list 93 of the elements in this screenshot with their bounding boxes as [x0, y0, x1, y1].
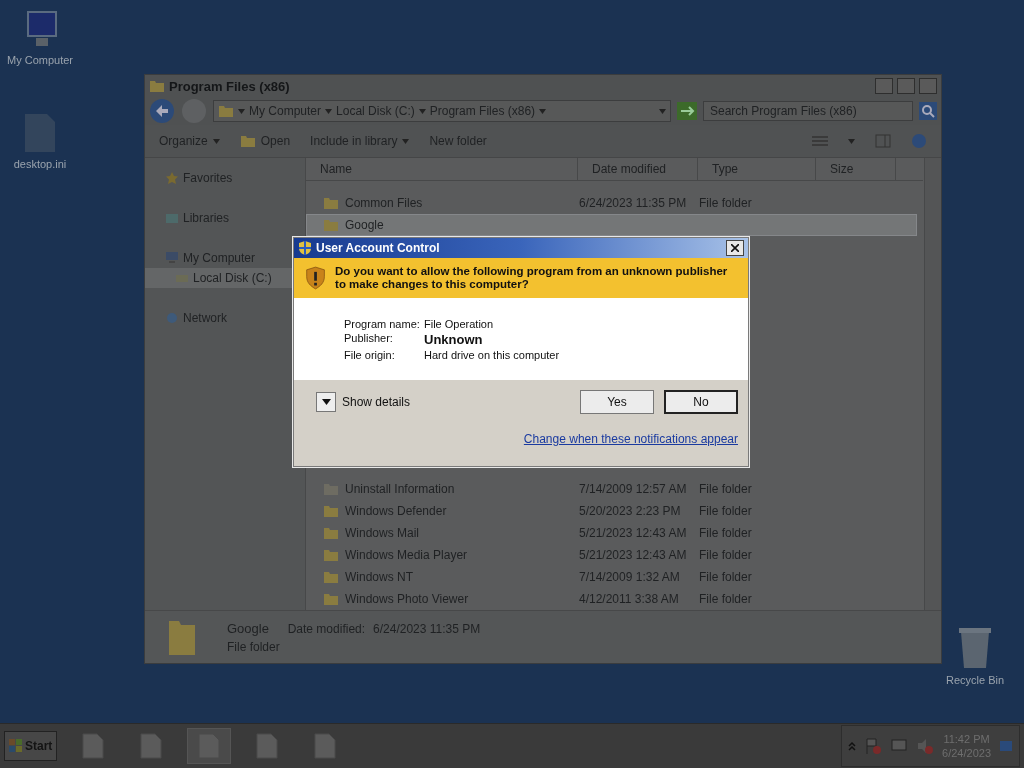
folder-icon: [323, 196, 339, 210]
show-details-toggle[interactable]: Show details: [316, 392, 570, 412]
close-icon: [731, 244, 739, 252]
file-row[interactable]: Windows NT 7/14/2009 1:32 AM File folder: [306, 566, 917, 588]
folder-icon: [323, 504, 339, 518]
folder-icon: [323, 548, 339, 562]
minimize-button[interactable]: [875, 78, 893, 94]
view-options-icon[interactable]: [812, 135, 828, 147]
speaker-icon[interactable]: [916, 737, 935, 755]
chevron-up-icon[interactable]: [848, 741, 857, 751]
file-name: Google: [345, 218, 384, 232]
field-label: Program name:: [344, 317, 421, 330]
file-name: Windows Defender: [345, 504, 447, 518]
file-row[interactable]: Windows Mail 5/21/2023 12:43 AM File folder: [306, 522, 917, 544]
back-icon[interactable]: [149, 98, 175, 124]
file-row[interactable]: Common Files 6/24/2023 11:35 PM File folder: [306, 192, 917, 214]
file-name: Windows Media Player: [345, 548, 468, 562]
search-icon[interactable]: [919, 102, 937, 120]
dialog-button[interactable]: No: [664, 390, 738, 414]
file-name: Windows Photo Viewer: [345, 592, 469, 606]
table-cell-text: 5/21/2023 12:43 AM: [579, 548, 688, 562]
field-label: Publisher:: [344, 331, 394, 346]
notification-settings-link[interactable]: Change when these notifications appear: [523, 432, 738, 446]
document-icon: [140, 733, 163, 759]
caret-icon: [659, 108, 666, 114]
field-value: Hard drive on this computer: [424, 348, 561, 361]
file-icon: [23, 112, 57, 154]
field-label: File origin:: [344, 348, 396, 361]
taskbar-item[interactable]: [187, 728, 232, 764]
refresh-icon[interactable]: [677, 102, 697, 120]
windows-logo-icon: [9, 739, 23, 753]
caret-icon: [402, 138, 410, 144]
desktop-icon-label[interactable]: desktop.ini: [13, 158, 67, 170]
file-row[interactable]: Uninstall Information 7/14/2009 12:57 AM File folder: [306, 478, 917, 500]
table-cell-text: File folder: [699, 196, 753, 210]
folder-icon: [323, 570, 339, 584]
file-row[interactable]: Windows Photo Viewer 4/12/2011 3:38 AM File folder: [306, 588, 917, 610]
caret-icon: [539, 108, 547, 114]
computer-icon: [165, 251, 179, 265]
desktop-icon-label[interactable]: My Computer: [7, 54, 73, 66]
dialog-title: User Account Control: [316, 241, 441, 255]
caret-icon: [238, 108, 245, 114]
folder-icon: [218, 104, 234, 118]
file-name: Windows NT: [345, 570, 413, 584]
file-name: Common Files: [345, 196, 423, 210]
file-name: Windows Mail: [345, 526, 419, 540]
table-cell-text: 5/21/2023 12:43 AM: [579, 526, 688, 540]
caret-icon: [325, 108, 333, 114]
recycle-bin-icon: [958, 626, 992, 670]
caret-icon: [848, 138, 855, 144]
table-cell-text: 7/14/2009 1:32 AM: [579, 570, 681, 584]
column-header[interactable]: Name: [306, 158, 578, 180]
table-cell-text: 6/24/2023 11:35 PM: [579, 196, 688, 210]
file-row[interactable]: Google: [306, 214, 917, 236]
desktop-icon-label[interactable]: Recycle Bin: [945, 674, 1005, 686]
prompt-question: Do you want to allow the following program from an unknown publisher to make changes to this computer?: [335, 265, 729, 291]
window-title: Program Files (x86): [169, 78, 291, 94]
maximize-button[interactable]: [897, 78, 915, 94]
scrollbar[interactable]: [924, 158, 941, 610]
table-cell-text: 5/20/2023 2:23 PM: [579, 504, 682, 518]
file-name: Uninstall Information: [345, 482, 455, 496]
table-cell-text: 4/12/2011 3:38 AM: [579, 592, 680, 606]
table-cell-text: File folder: [699, 482, 753, 496]
caret-icon: [212, 138, 220, 144]
folder-icon: [323, 526, 339, 540]
table-cell-text: File folder: [699, 592, 753, 606]
document-icon: [314, 733, 337, 759]
table-cell-text: File folder: [699, 504, 753, 518]
table-cell-text: 7/14/2009 12:57 AM: [579, 482, 688, 496]
document-icon: [256, 733, 279, 759]
folder-icon: [323, 592, 339, 606]
shield-icon: [298, 241, 312, 255]
close-button[interactable]: [726, 240, 744, 256]
flag-icon[interactable]: [864, 737, 883, 755]
folder-icon: [323, 218, 339, 232]
caret-icon: [418, 108, 426, 114]
folder-icon: [149, 79, 165, 93]
column-header[interactable]: Date modified: [578, 158, 698, 180]
file-row[interactable]: Windows Media Player 5/21/2023 12:43 AM File folder: [306, 544, 917, 566]
table-cell-text: File folder: [699, 548, 753, 562]
star-icon: [165, 171, 179, 185]
field-value: Unknown: [424, 331, 484, 347]
table-cell-text: File folder: [699, 526, 753, 540]
field-value: File Operation: [424, 317, 495, 330]
document-icon: [82, 733, 105, 759]
folder-icon: [239, 134, 256, 148]
table-cell-text: File folder: [699, 570, 753, 584]
dialog-button[interactable]: Yes: [580, 390, 654, 414]
column-header[interactable]: Size: [816, 158, 896, 180]
file-row[interactable]: Windows Defender 5/20/2023 2:23 PM File folder: [306, 500, 917, 522]
preview-pane-icon[interactable]: [875, 134, 891, 148]
column-header[interactable]: Type: [698, 158, 816, 180]
caret-icon: [321, 399, 331, 405]
